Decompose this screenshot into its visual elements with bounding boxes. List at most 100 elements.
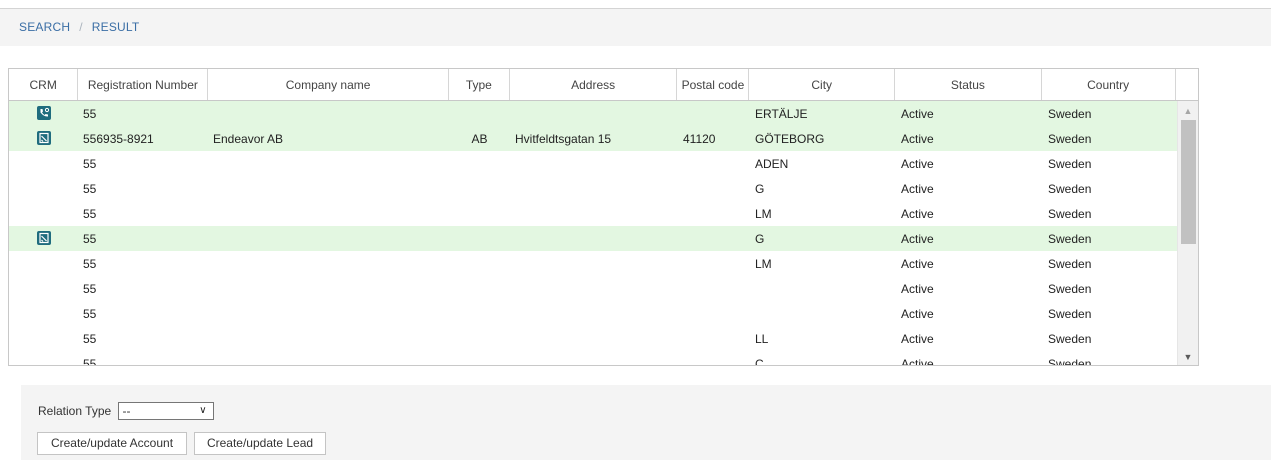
cell-registration-number: 55	[83, 206, 97, 221]
cell-crm	[9, 101, 78, 126]
table-row[interactable]: 55 Active Sweden	[9, 301, 1177, 326]
cell-company-name	[208, 351, 449, 365]
cell-status: Active	[901, 331, 934, 346]
cell-type	[449, 201, 510, 226]
scroll-up-arrow-icon[interactable]: ▲	[1178, 103, 1198, 119]
scroll-down-arrow-icon[interactable]: ▼	[1178, 349, 1198, 365]
relation-type-selected: --	[122, 404, 131, 418]
cell-crm	[9, 301, 78, 326]
results-rows: 55 ERTÄLJE Active Sweden 556935-8921 Endeavor…	[9, 101, 1177, 366]
cell-country: Sweden	[1048, 281, 1092, 296]
cell-city: GÖTEBORG	[750, 126, 896, 151]
cell-company-name	[208, 226, 449, 251]
cell-type	[449, 251, 510, 276]
table-row[interactable]: 55 ADEN Active Sweden	[9, 151, 1177, 176]
table-row[interactable]: 55 ERTÄLJE Active Sweden	[9, 101, 1177, 126]
table-row[interactable]: 55 LM Active Sweden	[9, 251, 1177, 276]
cell-registration-number: 55	[78, 101, 208, 126]
relation-type-select[interactable]: -- ∨	[117, 402, 214, 420]
cell-postal-code	[678, 301, 750, 326]
column-header-registration-number[interactable]: Registration Number	[77, 69, 209, 101]
cell-type	[449, 326, 510, 351]
cell-type	[449, 151, 510, 176]
cell-registration-number: 55	[83, 331, 97, 346]
cell-country: Sweden	[1048, 156, 1092, 171]
cell-registration-number: 55	[83, 181, 97, 196]
vertical-scrollbar[interactable]: ▲ ▼	[1177, 101, 1198, 365]
cell-registration-number: 55	[83, 356, 97, 366]
cell-type	[449, 226, 510, 251]
column-header-company-name[interactable]: Company name	[207, 69, 449, 101]
cell-country: Sweden	[1043, 101, 1177, 126]
cell-country: Sweden	[1048, 306, 1092, 321]
cell-status: Active	[901, 356, 934, 366]
cell-address	[510, 251, 678, 276]
results-grid: CRM Registration Number Company name Typ…	[8, 68, 1199, 366]
column-header-type[interactable]: Type	[448, 69, 510, 101]
table-row[interactable]: 55 C Active Sweden	[9, 351, 1177, 366]
cell-city: ADEN	[755, 156, 789, 171]
cell-type	[449, 301, 510, 326]
cell-address: Hvitfeldtsgatan 15	[510, 126, 678, 151]
table-row[interactable]: 556935-8921 Endeavor AB AB Hvitfeldtsgatan …	[9, 126, 1177, 151]
breadcrumb-search[interactable]: SEARCH	[19, 20, 70, 34]
cell-registration-number: 556935-8921	[78, 126, 208, 151]
cell-address	[510, 301, 678, 326]
cell-postal-code	[678, 276, 750, 301]
cell-address	[510, 276, 678, 301]
crm-phone-icon[interactable]	[36, 106, 51, 121]
relation-type-group: Relation Type -- ∨	[38, 402, 214, 420]
crm-record-icon[interactable]	[36, 231, 51, 246]
scrollbar-thumb[interactable]	[1181, 120, 1196, 244]
create-update-lead-button[interactable]: Create/update Lead	[194, 432, 326, 455]
breadcrumb-result[interactable]: RESULT	[92, 20, 140, 34]
crm-record-icon[interactable]	[36, 131, 51, 146]
cell-type	[449, 351, 510, 365]
cell-country: Sweden	[1043, 226, 1177, 251]
cell-crm	[9, 326, 78, 351]
results-table-body: 55 ERTÄLJE Active Sweden 556935-8921 Endeavor…	[9, 101, 1177, 366]
cell-city	[750, 301, 896, 326]
cell-company-name	[208, 176, 449, 201]
cell-company-name	[208, 276, 449, 301]
cell-postal-code	[678, 251, 750, 276]
cell-city: G	[755, 181, 765, 196]
cell-company-name	[208, 301, 449, 326]
table-row[interactable]: 55 LM Active Sweden	[9, 201, 1177, 226]
cell-city: LL	[755, 331, 769, 346]
cell-registration-number: 55	[78, 226, 208, 251]
cell-address	[510, 351, 678, 365]
cell-address	[510, 226, 678, 251]
cell-city: G	[750, 226, 896, 251]
cell-type	[449, 276, 510, 301]
table-row[interactable]: 55 Active Sweden	[9, 276, 1177, 301]
column-header-postal-code[interactable]: Postal code	[676, 69, 750, 101]
column-header-status[interactable]: Status	[894, 69, 1042, 101]
cell-country: Sweden	[1048, 331, 1092, 346]
column-header-crm[interactable]: CRM	[9, 69, 79, 101]
cell-company-name	[208, 101, 449, 126]
cell-crm	[9, 126, 78, 151]
cell-city: C	[755, 356, 764, 366]
table-row[interactable]: 55 G Active Sweden	[9, 226, 1177, 251]
column-header-country[interactable]: Country	[1041, 69, 1176, 101]
cell-postal-code	[678, 151, 750, 176]
table-row[interactable]: 55 G Active Sweden	[9, 176, 1177, 201]
cell-status: Active	[901, 156, 934, 171]
cell-postal-code: 41120	[678, 126, 750, 151]
cell-company-name	[208, 326, 449, 351]
cell-crm	[9, 201, 78, 226]
cell-registration-number: 55	[83, 306, 97, 321]
cell-status: Active	[901, 181, 934, 196]
cell-crm	[9, 151, 78, 176]
create-update-account-button[interactable]: Create/update Account	[37, 432, 187, 455]
column-header-city[interactable]: City	[748, 69, 896, 101]
table-row[interactable]: 55 LL Active Sweden	[9, 326, 1177, 351]
cell-type	[449, 101, 510, 126]
cell-registration-number: 55	[83, 156, 97, 171]
cell-country: Sweden	[1048, 181, 1092, 196]
column-header-address[interactable]: Address	[509, 69, 678, 101]
cell-type: AB	[449, 126, 510, 151]
cell-postal-code	[678, 226, 750, 251]
breadcrumb-separator: /	[79, 20, 83, 34]
